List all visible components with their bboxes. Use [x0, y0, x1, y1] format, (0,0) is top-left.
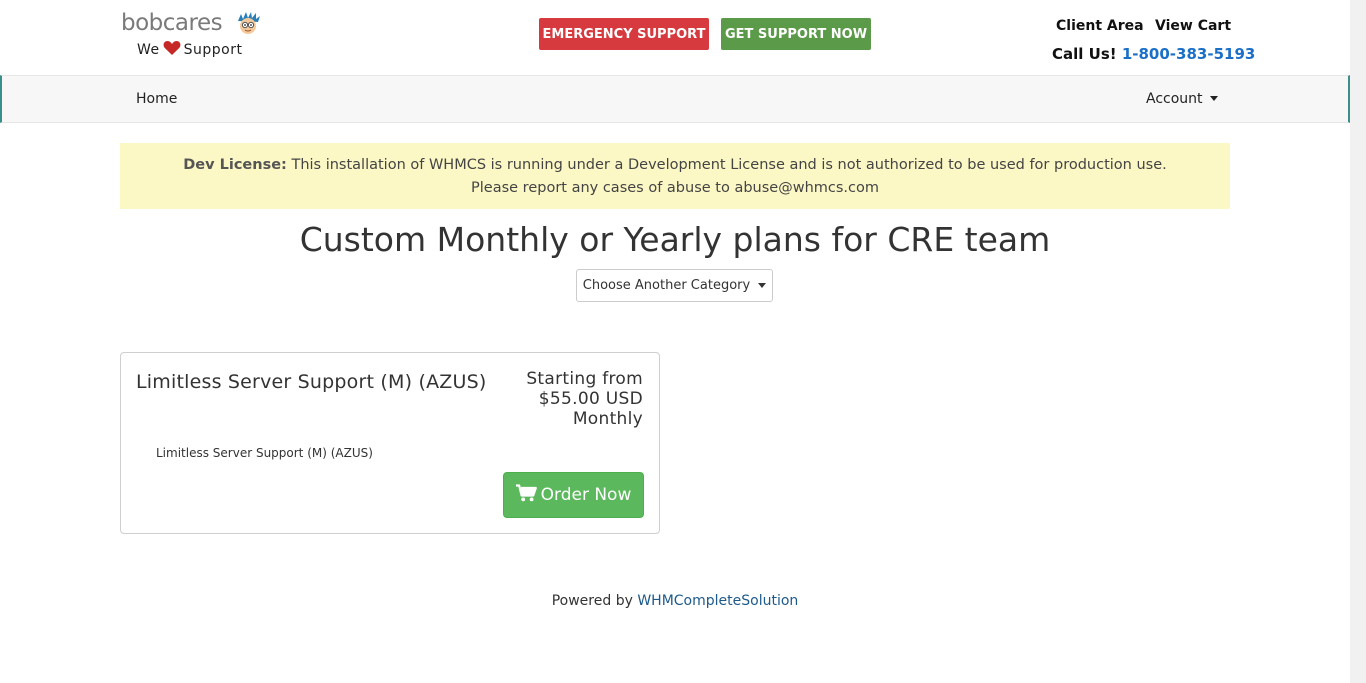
nav-account-dropdown[interactable]: Account — [1146, 91, 1218, 107]
price-cycle: Monthly — [572, 409, 643, 429]
choose-category-dropdown[interactable]: Choose Another Category — [576, 269, 773, 302]
product-name: Limitless Server Support (M) (AZUS) — [136, 371, 487, 393]
whmcs-link[interactable]: WHMCompleteSolution — [637, 593, 798, 609]
logo-tagline: We Support — [137, 40, 242, 60]
product-card: Limitless Server Support (M) (AZUS) Star… — [120, 352, 660, 534]
mascot-face-icon — [235, 12, 261, 40]
product-description: Limitless Server Support (M) (AZUS) — [156, 446, 373, 460]
client-area-link[interactable]: Client Area — [1056, 18, 1144, 34]
call-us-label: Call Us! — [1052, 45, 1117, 63]
logo-wordmark: bobcares — [121, 10, 223, 36]
site-header: bobcares We Support EMERGENCY SUPPORT GET… — [0, 0, 1350, 75]
tagline-we: We — [137, 42, 160, 58]
view-cart-link[interactable]: View Cart — [1155, 18, 1231, 34]
product-price: Starting from $55.00 USD Monthly — [503, 369, 643, 429]
call-us: Call Us! 1-800-383-5193 — [1052, 45, 1255, 63]
order-now-label: Order Now — [540, 485, 632, 505]
shopping-cart-icon — [515, 483, 541, 507]
site-footer: Powered by WHMCompleteSolution — [0, 593, 1350, 609]
price-amount: $55.00 USD — [538, 389, 643, 409]
powered-by-text: Powered by — [551, 593, 633, 609]
tagline-support: Support — [183, 42, 243, 58]
caret-down-icon — [758, 283, 767, 288]
vertical-scrollbar[interactable] — [1350, 0, 1366, 683]
dev-license-text: This installation of WHMCS is running un… — [291, 157, 1167, 196]
nav-account-label: Account — [1146, 91, 1203, 107]
bobcares-logo[interactable]: bobcares We Support — [121, 10, 261, 62]
dev-license-label: Dev License: — [183, 157, 287, 173]
get-support-now-button[interactable]: GET SUPPORT NOW — [721, 18, 871, 50]
heart-icon — [163, 40, 181, 60]
main-navbar: Home Account — [0, 75, 1350, 123]
phone-number-link[interactable]: 1-800-383-5193 — [1122, 45, 1255, 63]
dev-license-notice: Dev License: This installation of WHMCS … — [120, 143, 1230, 209]
order-now-button[interactable]: Order Now — [503, 472, 644, 518]
emergency-support-button[interactable]: EMERGENCY SUPPORT — [539, 18, 709, 50]
page: bobcares We Support EMERGENCY SUPPORT GET… — [0, 0, 1350, 683]
nav-home-link[interactable]: Home — [136, 91, 177, 107]
choose-category-label: Choose Another Category — [582, 278, 751, 293]
page-title: Custom Monthly or Yearly plans for CRE t… — [299, 220, 1051, 259]
caret-down-icon — [1209, 96, 1218, 101]
price-starting-from: Starting from — [526, 369, 643, 389]
